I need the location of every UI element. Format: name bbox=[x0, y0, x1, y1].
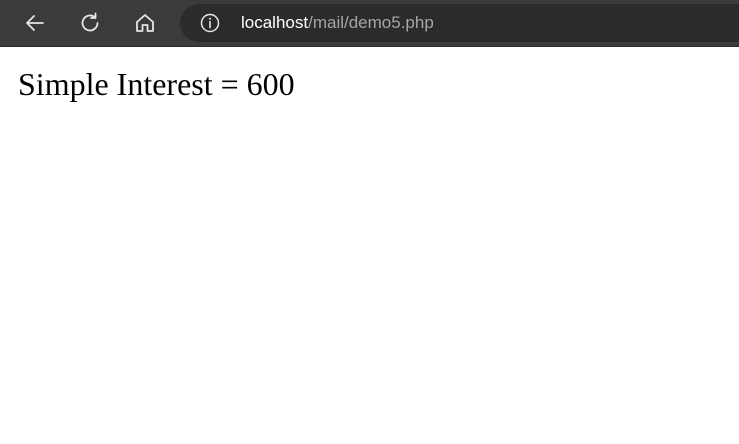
url-host: localhost bbox=[241, 13, 309, 32]
url-path: /mail/demo5.php bbox=[308, 13, 434, 32]
simple-interest-result: Simple Interest = 600 bbox=[18, 66, 295, 102]
url-text[interactable]: localhost/mail/demo5.php bbox=[241, 13, 434, 33]
back-arrow-icon bbox=[26, 15, 44, 31]
home-icon bbox=[136, 14, 154, 32]
refresh-icon bbox=[81, 12, 99, 32]
info-icon[interactable] bbox=[200, 13, 220, 33]
refresh-button[interactable] bbox=[74, 7, 106, 39]
address-bar[interactable]: localhost/mail/demo5.php bbox=[180, 4, 739, 42]
home-button[interactable] bbox=[129, 7, 161, 39]
back-button[interactable] bbox=[19, 7, 51, 39]
browser-toolbar: localhost/mail/demo5.php bbox=[0, 0, 739, 47]
